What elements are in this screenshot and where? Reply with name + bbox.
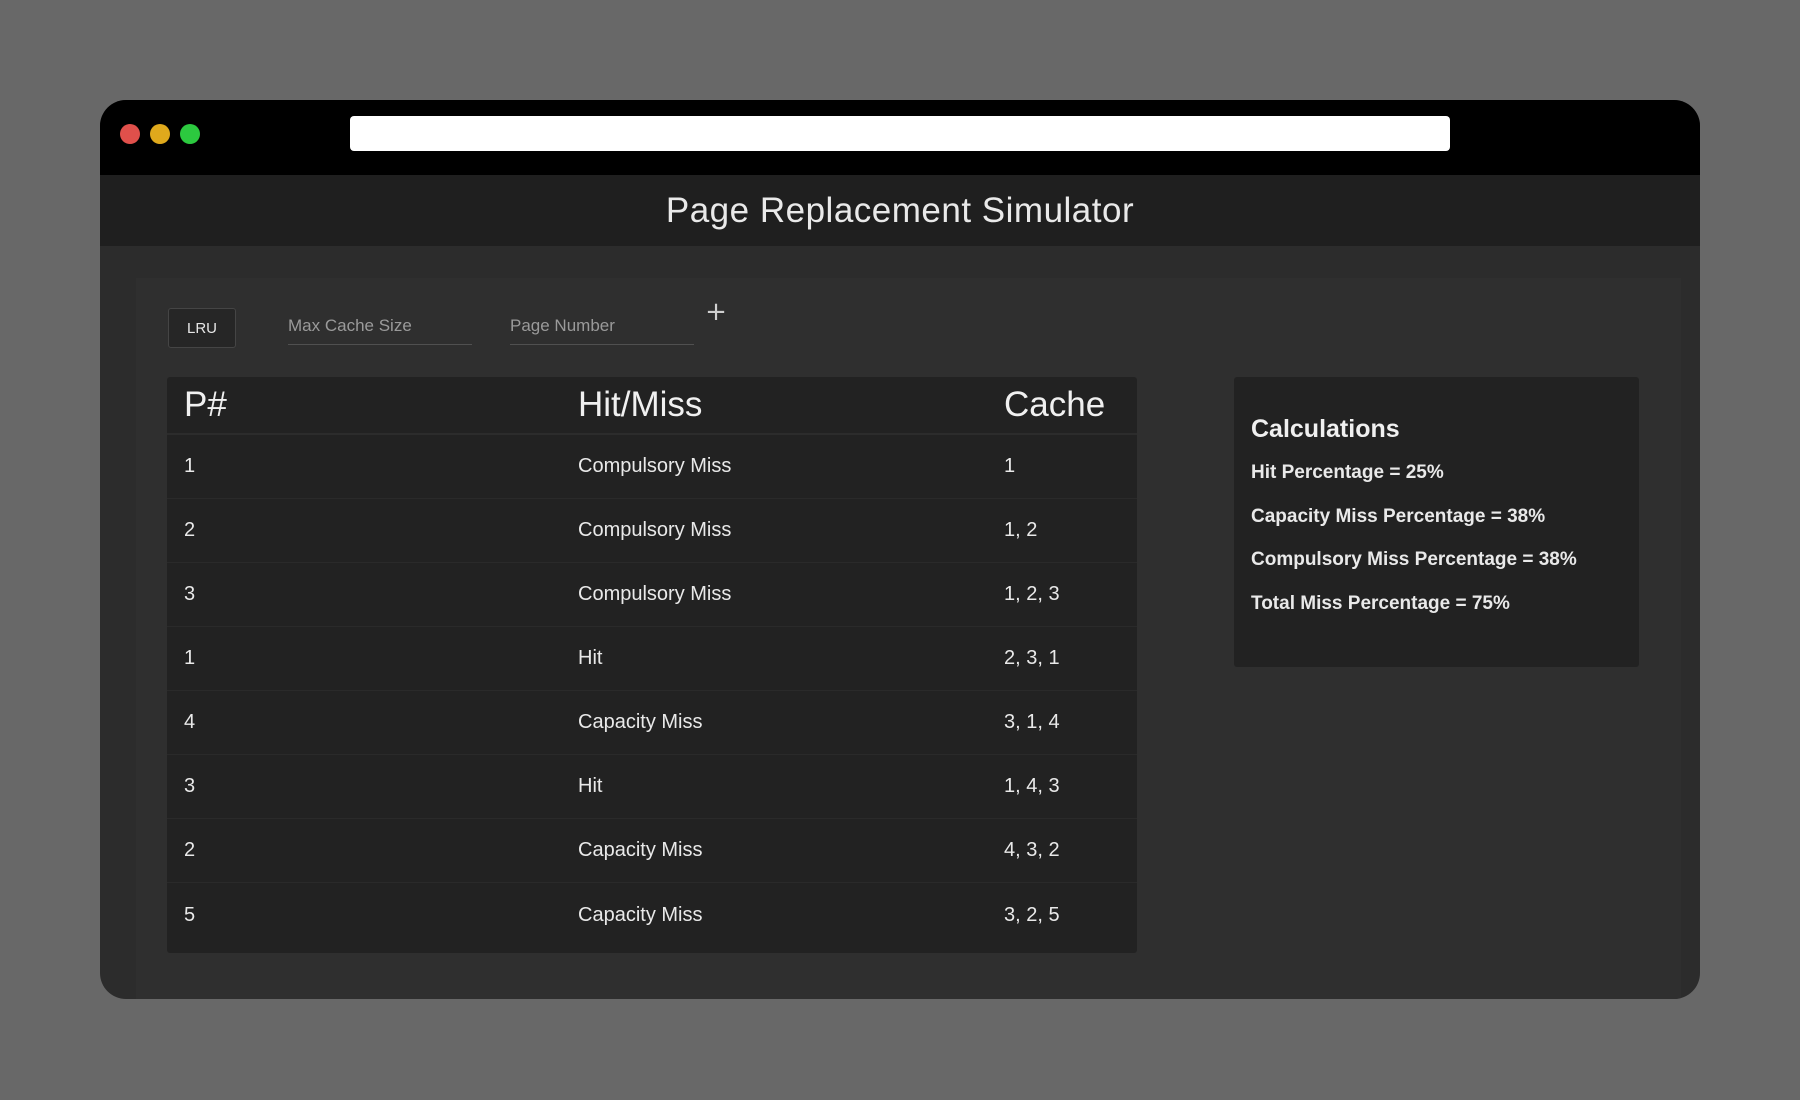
cell-hit-miss: Capacity Miss bbox=[578, 903, 703, 926]
page-number-input[interactable] bbox=[510, 316, 694, 336]
cell-cache-contents: 1, 2 bbox=[1004, 519, 1038, 541]
calculations-list: Hit Percentage = 25% Capacity Miss Percen… bbox=[1251, 462, 1622, 636]
results-table: P# Hit/Miss Cache 1 Compulsory Miss 1 2 Comp… bbox=[167, 377, 1137, 953]
cell-page-number: 5 bbox=[184, 903, 196, 926]
column-header-cache: Cache bbox=[1004, 385, 1106, 424]
table-row: 3 Compulsory Miss 1, 2, 3 bbox=[167, 563, 1137, 627]
table-row: 2 Capacity Miss 4, 3, 2 bbox=[167, 819, 1137, 883]
cache-size-field[interactable] bbox=[288, 308, 472, 345]
cell-hit-miss: Capacity Miss bbox=[578, 839, 703, 861]
add-page-button[interactable]: + bbox=[702, 298, 730, 326]
table-row: 5 Capacity Miss 3, 2, 5 bbox=[167, 883, 1137, 947]
table-body: 1 Compulsory Miss 1 2 Compulsory Miss 1, 2 3 Co… bbox=[167, 435, 1137, 947]
calculation-line: Total Miss Percentage = 75% bbox=[1251, 592, 1510, 614]
cell-page-number: 2 bbox=[184, 519, 196, 541]
cell-cache-contents: 2, 3, 1 bbox=[1004, 647, 1060, 669]
cell-cache-contents: 4, 3, 2 bbox=[1004, 839, 1060, 861]
cell-page-number: 4 bbox=[184, 711, 196, 733]
algorithm-select-button[interactable]: LRU bbox=[168, 308, 236, 348]
cell-hit-miss: Capacity Miss bbox=[578, 711, 703, 733]
cell-hit-miss: Hit bbox=[578, 647, 603, 669]
table-row: 1 Compulsory Miss 1 bbox=[167, 435, 1137, 499]
cell-cache-contents: 1, 2, 3 bbox=[1004, 583, 1060, 605]
minimize-window-button[interactable] bbox=[150, 124, 170, 144]
table-row: 1 Hit 2, 3, 1 bbox=[167, 627, 1137, 691]
cell-hit-miss: Hit bbox=[578, 775, 603, 797]
table-row: 4 Capacity Miss 3, 1, 4 bbox=[167, 691, 1137, 755]
close-window-button[interactable] bbox=[120, 124, 140, 144]
simulator-panel: LRU + P# Hit/Miss Cache 1 Compulsory Miss… bbox=[136, 278, 1681, 999]
cell-page-number: 3 bbox=[184, 775, 196, 797]
page-title: Page Replacement Simulator bbox=[665, 190, 1135, 230]
cell-page-number: 1 bbox=[184, 455, 196, 477]
app-header: Page Replacement Simulator bbox=[100, 175, 1700, 246]
plus-icon: + bbox=[705, 297, 727, 327]
calculation-line: Compulsory Miss Percentage = 38% bbox=[1251, 549, 1577, 570]
cell-page-number: 2 bbox=[184, 839, 196, 861]
address-bar[interactable] bbox=[350, 116, 1450, 151]
cell-cache-contents: 3, 2, 5 bbox=[1004, 903, 1060, 926]
table-header: P# Hit/Miss Cache bbox=[167, 377, 1137, 435]
table-row: 2 Compulsory Miss 1, 2 bbox=[167, 499, 1137, 563]
column-header-hit-miss: Hit/Miss bbox=[578, 385, 703, 424]
cell-page-number: 3 bbox=[184, 583, 196, 605]
browser-window: Page Replacement Simulator LRU + P# Hit/… bbox=[100, 100, 1700, 999]
cell-cache-contents: 1 bbox=[1004, 455, 1016, 477]
cell-hit-miss: Compulsory Miss bbox=[578, 519, 732, 541]
column-header-page: P# bbox=[184, 385, 227, 424]
table-row: 3 Hit 1, 4, 3 bbox=[167, 755, 1137, 819]
title-bar bbox=[100, 100, 1700, 175]
calculations-card: Calculations Hit Percentage = 25% Capacit… bbox=[1234, 377, 1639, 667]
calculation-line: Capacity Miss Percentage = 38% bbox=[1251, 505, 1546, 527]
page-number-field[interactable] bbox=[510, 308, 694, 345]
cache-size-input[interactable] bbox=[288, 316, 472, 336]
calculation-line: Hit Percentage = 25% bbox=[1251, 462, 1444, 483]
cell-cache-contents: 1, 4, 3 bbox=[1004, 775, 1060, 797]
cell-cache-contents: 3, 1, 4 bbox=[1004, 711, 1060, 733]
cell-hit-miss: Compulsory Miss bbox=[578, 455, 732, 477]
calculations-title: Calculations bbox=[1251, 415, 1400, 443]
cell-page-number: 1 bbox=[184, 647, 196, 669]
maximize-window-button[interactable] bbox=[180, 124, 200, 144]
cell-hit-miss: Compulsory Miss bbox=[578, 583, 732, 605]
